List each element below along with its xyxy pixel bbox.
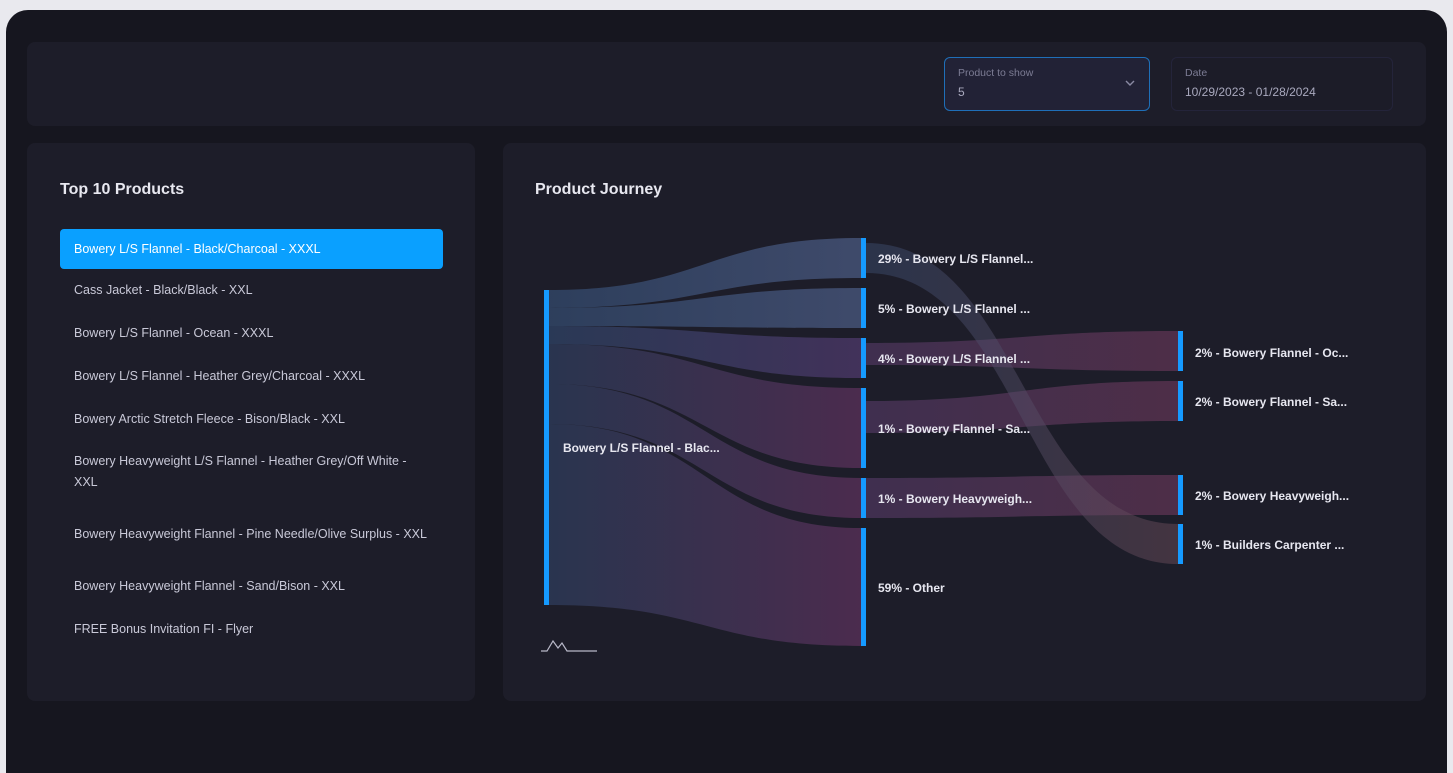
product-to-show-value: 5 [958,85,965,99]
journey-stage1-node[interactable] [861,388,866,468]
product-list-item[interactable]: Cass Jacket - Black/Black - XXL [60,269,443,312]
journey-stage1-label: 5% - Bowery L/S Flannel ... [878,302,1030,316]
top-products-list: Bowery L/S Flannel - Black/Charcoal - XX… [60,229,443,651]
product-list-item[interactable]: Bowery L/S Flannel - Black/Charcoal - XX… [60,229,443,269]
journey-source-node[interactable] [544,290,549,605]
journey-stage1-node[interactable] [861,338,866,378]
journey-stage2-label: 2% - Bowery Heavyweigh... [1195,489,1349,503]
journey-stage1-label: 29% - Bowery L/S Flannel... [878,252,1033,266]
product-list-item[interactable]: Bowery Arctic Stretch Fleece - Bison/Bla… [60,398,443,441]
product-to-show-label: Product to show [958,67,1034,79]
journey-stage2-label: 2% - Bowery Flannel - Sa... [1195,395,1347,409]
top-products-title: Top 10 Products [60,181,185,198]
journey-stage2-label: 1% - Builders Carpenter ... [1195,538,1344,552]
date-label: Date [1185,67,1208,79]
journey-stage1-label: 1% - Bowery Flannel - Sa... [878,422,1030,436]
top-products-panel: Top 10 Products Bowery L/S Flannel - Bla… [27,143,475,701]
journey-stage1-node[interactable] [861,238,866,278]
product-list-item[interactable]: Bowery L/S Flannel - Heather Grey/Charco… [60,355,443,398]
date-range-value: 10/29/2023 - 01/28/2024 [1185,85,1316,99]
journey-stage1-node[interactable] [861,478,866,518]
product-list-item[interactable]: Bowery L/S Flannel - Ocean - XXXL [60,312,443,355]
journey-stage2-label: 2% - Bowery Flannel - Oc... [1195,346,1348,360]
journey-source-label: Bowery L/S Flannel - Blac... [563,441,720,455]
journey-stage1-label: 59% - Other [878,581,945,595]
journey-stage2-node[interactable] [1178,331,1183,371]
journey-stage2-node[interactable] [1178,524,1183,564]
mountain-logo-icon [541,639,597,652]
journey-stage1-node[interactable] [861,528,866,646]
journey-stage2-node[interactable] [1178,381,1183,421]
dashboard-window: Product to show 5 Date 10/29/2023 - 01/2… [6,10,1447,773]
journey-stage1-label: 1% - Bowery Heavyweigh... [878,492,1032,506]
date-range-field[interactable]: Date 10/29/2023 - 01/28/2024 [1171,57,1393,111]
journey-stage1-label: 4% - Bowery L/S Flannel ... [878,352,1030,366]
journey-stage1-node[interactable] [861,288,866,328]
product-journey-sankey: Bowery L/S Flannel - Blac... 29% - Bowery… [541,238,1349,652]
product-list-item[interactable]: Bowery Heavyweight L/S Flannel - Heather… [60,441,443,503]
product-list-item[interactable]: FREE Bonus Invitation FI - Flyer [60,608,443,651]
journey-stage2-node[interactable] [1178,475,1183,515]
product-journey-panel: Product Journey Bowery L/S Flannel - Bla… [503,143,1426,701]
product-to-show-select[interactable]: Product to show 5 [944,57,1150,111]
chevron-down-icon[interactable] [1123,76,1137,90]
product-list-item[interactable]: Bowery Heavyweight Flannel - Sand/Bison … [60,565,443,608]
product-list-item[interactable]: Bowery Heavyweight Flannel - Pine Needle… [60,503,443,565]
filter-bar: Product to show 5 Date 10/29/2023 - 01/2… [27,42,1426,126]
